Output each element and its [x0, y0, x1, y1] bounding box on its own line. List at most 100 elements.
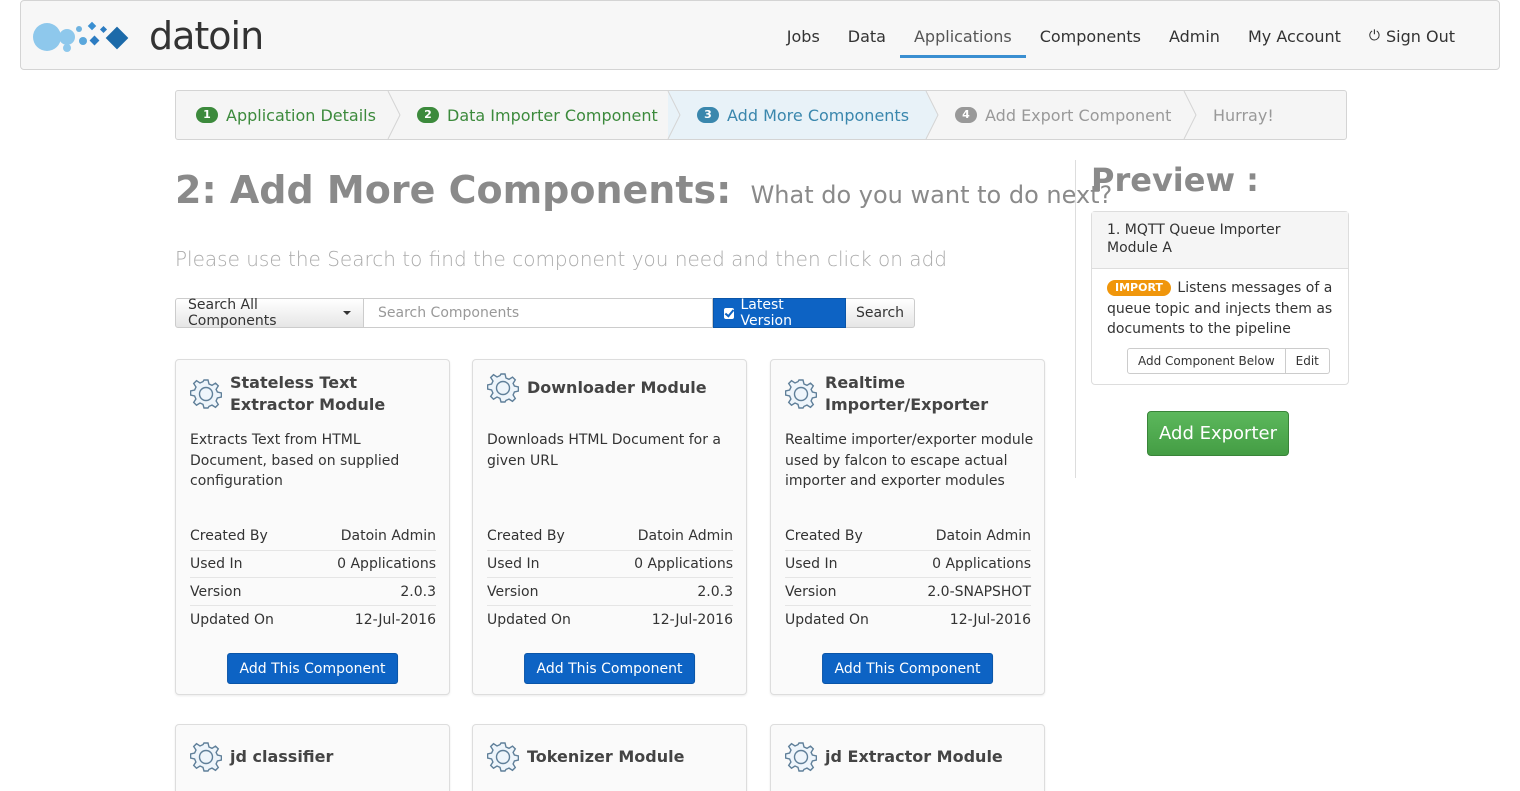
nav-applications-label: Applications	[913, 26, 1012, 46]
detail-value: 2.0.3	[697, 583, 733, 600]
page-title: 2: Add More Components: What do you want…	[175, 168, 1112, 212]
detail-value: 2.0.3	[400, 583, 436, 600]
detail-row: Created By Datoin Admin	[785, 523, 1031, 551]
wizard-step-2[interactable]: 2 Data Importer Component	[389, 91, 681, 139]
step-label: Add More Components	[727, 105, 910, 125]
nav-applications[interactable]: Applications	[899, 1, 1026, 71]
component-name: jd Extractor Module	[825, 747, 1003, 766]
column-divider	[1075, 160, 1076, 478]
nav-my-account[interactable]: My Account	[1234, 1, 1355, 71]
detail-label: Updated On	[785, 611, 869, 628]
wizard-step-5[interactable]: Hurray!	[1185, 91, 1345, 139]
datoin-logo[interactable]: datoin	[31, 13, 264, 59]
add-component-button[interactable]: Add This Component	[821, 653, 994, 684]
component-description: Downloads HTML Document for a given URL	[487, 432, 722, 469]
add-component-button[interactable]: Add This Component	[523, 653, 696, 684]
wizard-step-1[interactable]: 1 Application Details	[176, 91, 401, 139]
component-details: Created By Datoin Admin Used In 0 Applicat…	[190, 523, 436, 634]
step-label: Hurray!	[1213, 105, 1274, 125]
nav-components[interactable]: Components	[1026, 1, 1155, 71]
detail-value: 12-Jul-2016	[651, 611, 733, 628]
detail-row: Version 2.0.3	[190, 578, 436, 607]
wizard-steps: 1 Application Details 2 Data Importer Co…	[175, 90, 1347, 140]
step-label: Add Export Component	[985, 105, 1172, 125]
preview-item-card: 1. MQTT Queue Importer Module A IMPORT L…	[1091, 211, 1349, 385]
detail-row: Created By Datoin Admin	[487, 523, 733, 551]
detail-value: Datoin Admin	[637, 528, 733, 545]
gear-icon	[190, 379, 222, 409]
add-component-button[interactable]: Add This Component	[226, 653, 399, 684]
component-card: jd Extractor Module	[770, 724, 1045, 791]
gear-icon	[785, 379, 817, 409]
detail-row: Version 2.0.3	[487, 578, 733, 607]
component-name: Stateless Text Extractor Module	[230, 373, 386, 414]
detail-value: 2.0-SNAPSHOT	[927, 583, 1031, 600]
component-card: jd classifier	[175, 724, 450, 791]
nav-jobs-label: Jobs	[786, 26, 820, 46]
component-name: jd classifier	[230, 747, 334, 766]
step-label: Application Details	[226, 105, 376, 125]
edit-button[interactable]: Edit	[1285, 348, 1330, 374]
caret-down-icon	[343, 311, 351, 315]
detail-row: Used In 0 Applications	[785, 551, 1031, 579]
gear-icon	[190, 742, 222, 772]
component-details: Created By Datoin Admin Used In 0 Applicat…	[487, 523, 733, 634]
nav-sign-out-label: Sign Out	[1386, 26, 1455, 46]
detail-label: Updated On	[487, 611, 571, 628]
detail-row: Used In 0 Applications	[487, 551, 733, 579]
component-card: Stateless Text Extractor Module Extracts…	[175, 359, 450, 695]
add-exporter-button[interactable]: Add Exporter	[1147, 411, 1289, 456]
search-button-label: Search	[855, 305, 905, 321]
checkbox-checked-icon[interactable]	[724, 307, 735, 319]
component-card: Tokenizer Module	[472, 724, 747, 791]
latest-version-toggle[interactable]: Latest Version	[713, 297, 846, 329]
detail-row: Updated On 12-Jul-2016	[785, 606, 1031, 634]
detail-value: Datoin Admin	[340, 528, 436, 545]
wizard-step-3[interactable]: 3 Add More Components	[669, 91, 939, 139]
detail-value: 0 Applications	[634, 556, 733, 573]
nav-data[interactable]: Data	[834, 1, 900, 71]
component-description: Extracts Text from HTML Document, based …	[190, 432, 400, 489]
nav-admin[interactable]: Admin	[1155, 1, 1234, 71]
page-instructions: Please use the Search to find the compon…	[175, 247, 947, 271]
brand-name: datoin	[149, 14, 264, 58]
search-input[interactable]: Search Components	[364, 298, 713, 328]
component-name: Realtime Importer/Exporter	[825, 373, 989, 414]
nav-data-label: Data	[847, 26, 886, 46]
top-navbar: datoin Jobs Data Applications Components…	[20, 0, 1500, 70]
detail-row: Version 2.0-SNAPSHOT	[785, 578, 1031, 607]
component-card: Realtime Importer/Exporter Realtime impo…	[770, 359, 1045, 695]
gear-icon	[785, 742, 817, 772]
component-name: Tokenizer Module	[527, 747, 685, 766]
detail-value: 12-Jul-2016	[354, 611, 436, 628]
detail-value: 12-Jul-2016	[949, 611, 1031, 628]
wizard-step-4[interactable]: 4 Add Export Component	[927, 91, 1197, 139]
detail-label: Used In	[190, 556, 243, 573]
add-component-below-button[interactable]: Add Component Below	[1127, 348, 1286, 374]
nav-my-account-label: My Account	[1247, 26, 1341, 46]
detail-value: 0 Applications	[932, 556, 1031, 573]
component-card: Downloader Module Downloads HTML Documen…	[472, 359, 747, 695]
preview-item-actions: Add Component Below Edit	[1127, 348, 1330, 374]
nav-jobs[interactable]: Jobs	[773, 1, 834, 71]
component-search-bar: Search All Components Search Components …	[175, 297, 915, 329]
nav-sign-out[interactable]: ⏻ Sign Out	[1355, 1, 1469, 71]
step-number-badge: 2	[417, 107, 439, 123]
detail-label: Version	[487, 583, 539, 600]
detail-row: Updated On 12-Jul-2016	[487, 606, 733, 634]
detail-row: Used In 0 Applications	[190, 551, 436, 579]
chevron-right-icon	[667, 91, 681, 139]
detail-value: Datoin Admin	[935, 528, 1031, 545]
preview-item-body: IMPORT Listens messages of a queue topic…	[1092, 269, 1348, 349]
detail-value: 0 Applications	[337, 556, 436, 573]
component-name: Downloader Module	[527, 378, 707, 397]
detail-row: Updated On 12-Jul-2016	[190, 606, 436, 634]
chevron-right-icon	[1183, 91, 1197, 139]
search-scope-dropdown[interactable]: Search All Components	[175, 297, 364, 329]
main-nav: Jobs Data Applications Components Admin …	[773, 1, 1469, 71]
chevron-right-icon	[925, 91, 939, 139]
search-button[interactable]: Search	[846, 298, 915, 328]
detail-row: Created By Datoin Admin	[190, 523, 436, 551]
preview-title: Preview :	[1091, 161, 1259, 199]
step-number-badge: 4	[955, 107, 977, 123]
